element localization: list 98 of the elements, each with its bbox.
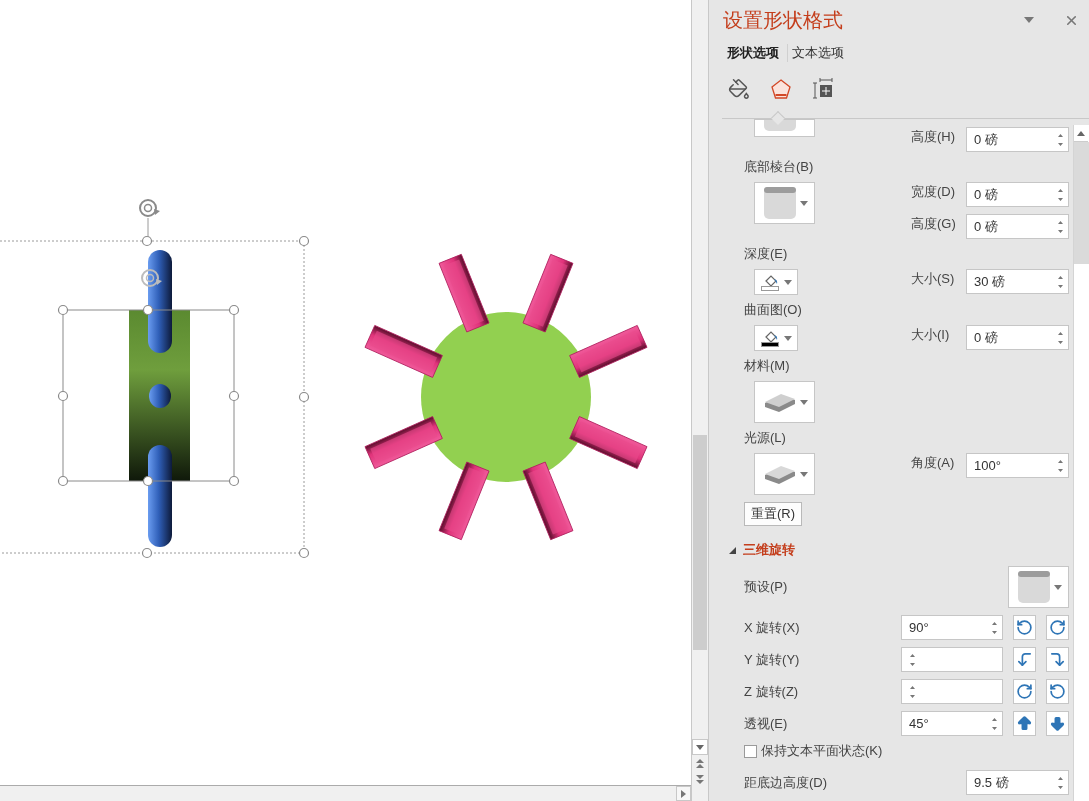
- checkbox-label: 保持文本平面状态(K): [761, 742, 883, 760]
- preset-dropdown[interactable]: [754, 453, 815, 495]
- arrow-up-icon: [1016, 715, 1033, 732]
- field-label: 透视(E): [744, 714, 789, 733]
- preset-dropdown[interactable]: [1008, 566, 1069, 608]
- scroll-right-icon[interactable]: [681, 789, 686, 798]
- caret-icon: [800, 200, 808, 206]
- field-label: 高度(H): [911, 128, 957, 146]
- section-label: 底部棱台(B): [744, 159, 815, 175]
- caret-icon: [1054, 584, 1062, 590]
- section-label: 深度(E): [744, 246, 789, 262]
- bevel-preset-icon: [763, 186, 797, 220]
- spin-field[interactable]: 0 磅: [966, 325, 1069, 350]
- spin-arrows-icon[interactable]: [909, 683, 916, 700]
- rotate-button[interactable]: [1013, 615, 1036, 640]
- spin-field[interactable]: 90°: [901, 615, 1003, 640]
- rotate-handle-icon[interactable]: [139, 199, 160, 217]
- spin-arrows-icon[interactable]: [1057, 131, 1064, 148]
- spin-field[interactable]: [901, 679, 1003, 704]
- rotate-left-icon: [1049, 683, 1066, 700]
- spin-field[interactable]: 45°: [901, 711, 1003, 736]
- vertical-scrollbar[interactable]: [691, 0, 709, 801]
- page-up-icon[interactable]: [696, 758, 704, 768]
- section-label: 曲面图(O): [744, 302, 803, 318]
- dropdown-caret-icon[interactable]: [1024, 17, 1034, 23]
- slide-canvas[interactable]: [0, 0, 691, 785]
- section-label: 光源(L): [744, 430, 787, 446]
- scrollbar-thumb[interactable]: [693, 435, 707, 650]
- scrollbar-thumb[interactable]: [1074, 142, 1089, 264]
- section-label: 材料(M): [744, 358, 791, 374]
- rotate-button[interactable]: [1046, 679, 1069, 704]
- field-label: 大小(I): [911, 326, 951, 344]
- rotate-left-icon: [1016, 619, 1033, 636]
- arrow-down-right-icon: [1049, 651, 1066, 668]
- spin-field[interactable]: [901, 647, 1003, 672]
- panel-tab[interactable]: 文本选项: [792, 44, 852, 62]
- lighting-preset-icon: [763, 463, 797, 485]
- spin-arrows-icon[interactable]: [1057, 218, 1064, 235]
- spin-field[interactable]: 0 磅: [966, 127, 1069, 152]
- horizontal-scrollbar[interactable]: [0, 785, 691, 801]
- spin-arrows-icon[interactable]: [991, 619, 998, 636]
- size-position-icon: [812, 78, 834, 100]
- rotate-button[interactable]: [1013, 647, 1036, 672]
- field-label: X 旋转(X): [744, 618, 801, 637]
- rotate-button[interactable]: [1046, 647, 1069, 672]
- spin-arrows-icon[interactable]: [1057, 774, 1064, 791]
- field-label: Y 旋转(Y): [744, 650, 801, 669]
- rotate-right-icon: [1016, 683, 1033, 700]
- rotate-button[interactable]: [1013, 711, 1036, 736]
- material-preset-icon: [763, 391, 797, 413]
- field-label: 宽度(D): [911, 183, 957, 201]
- color-dropdown[interactable]: [754, 325, 798, 351]
- spin-arrows-icon[interactable]: [1057, 329, 1064, 346]
- rotate-button[interactable]: [1046, 615, 1069, 640]
- rotate-handle-icon[interactable]: [141, 269, 162, 287]
- spin-arrows-icon[interactable]: [1057, 273, 1064, 290]
- bevel-preset-icon: [1017, 570, 1051, 604]
- caret-icon: [800, 399, 808, 405]
- caret-icon: [784, 279, 792, 285]
- spin-field[interactable]: 100°: [966, 453, 1069, 478]
- field-label: 距底边高度(D): [744, 773, 829, 792]
- spin-arrows-icon[interactable]: [991, 715, 998, 732]
- arrow-down-left-icon: [1016, 651, 1033, 668]
- checkbox[interactable]: [744, 744, 757, 758]
- arrow-down-icon: [1049, 715, 1066, 732]
- paint-bucket-icon: [728, 78, 750, 100]
- spin-field[interactable]: 9.5 磅: [966, 770, 1069, 795]
- group-selection-frame[interactable]: [0, 235, 310, 559]
- color-dropdown[interactable]: [754, 269, 798, 295]
- panel-title: 设置形状格式: [723, 7, 844, 33]
- spin-field[interactable]: 30 磅: [966, 269, 1069, 294]
- spin-arrows-icon[interactable]: [909, 651, 916, 668]
- caret-icon: [800, 471, 808, 477]
- pentagon-icon: [770, 78, 792, 100]
- preset-dropdown[interactable]: [754, 182, 815, 224]
- field-label: 高度(G): [911, 215, 957, 233]
- spin-arrows-icon[interactable]: [1057, 457, 1064, 474]
- spin-field[interactable]: 0 磅: [966, 182, 1069, 207]
- spin-arrows-icon[interactable]: [1057, 186, 1064, 203]
- scroll-down-icon[interactable]: [696, 744, 704, 750]
- field-label: 角度(A): [911, 454, 956, 472]
- field-label: 预设(P): [744, 578, 789, 596]
- field-label: 大小(S): [911, 270, 956, 288]
- caret-icon: [784, 335, 792, 341]
- collapse-triangle-icon: [729, 546, 736, 554]
- panel-scrollbar[interactable]: [1073, 125, 1089, 801]
- rotate-button[interactable]: [1013, 679, 1036, 704]
- selection-frame[interactable]: [57, 304, 240, 487]
- page-down-icon[interactable]: [696, 774, 704, 784]
- panel-tab[interactable]: 形状选项: [727, 44, 788, 62]
- field-label: Z 旋转(Z): [744, 682, 800, 701]
- section-header[interactable]: 三维旋转: [729, 542, 795, 558]
- preset-dropdown[interactable]: [754, 381, 815, 423]
- spin-field[interactable]: 0 磅: [966, 214, 1069, 239]
- rotate-right-icon: [1049, 619, 1066, 636]
- reset-button[interactable]: 重置(R): [744, 502, 802, 526]
- scroll-up-icon[interactable]: [1077, 130, 1085, 136]
- rotate-button[interactable]: [1046, 711, 1069, 736]
